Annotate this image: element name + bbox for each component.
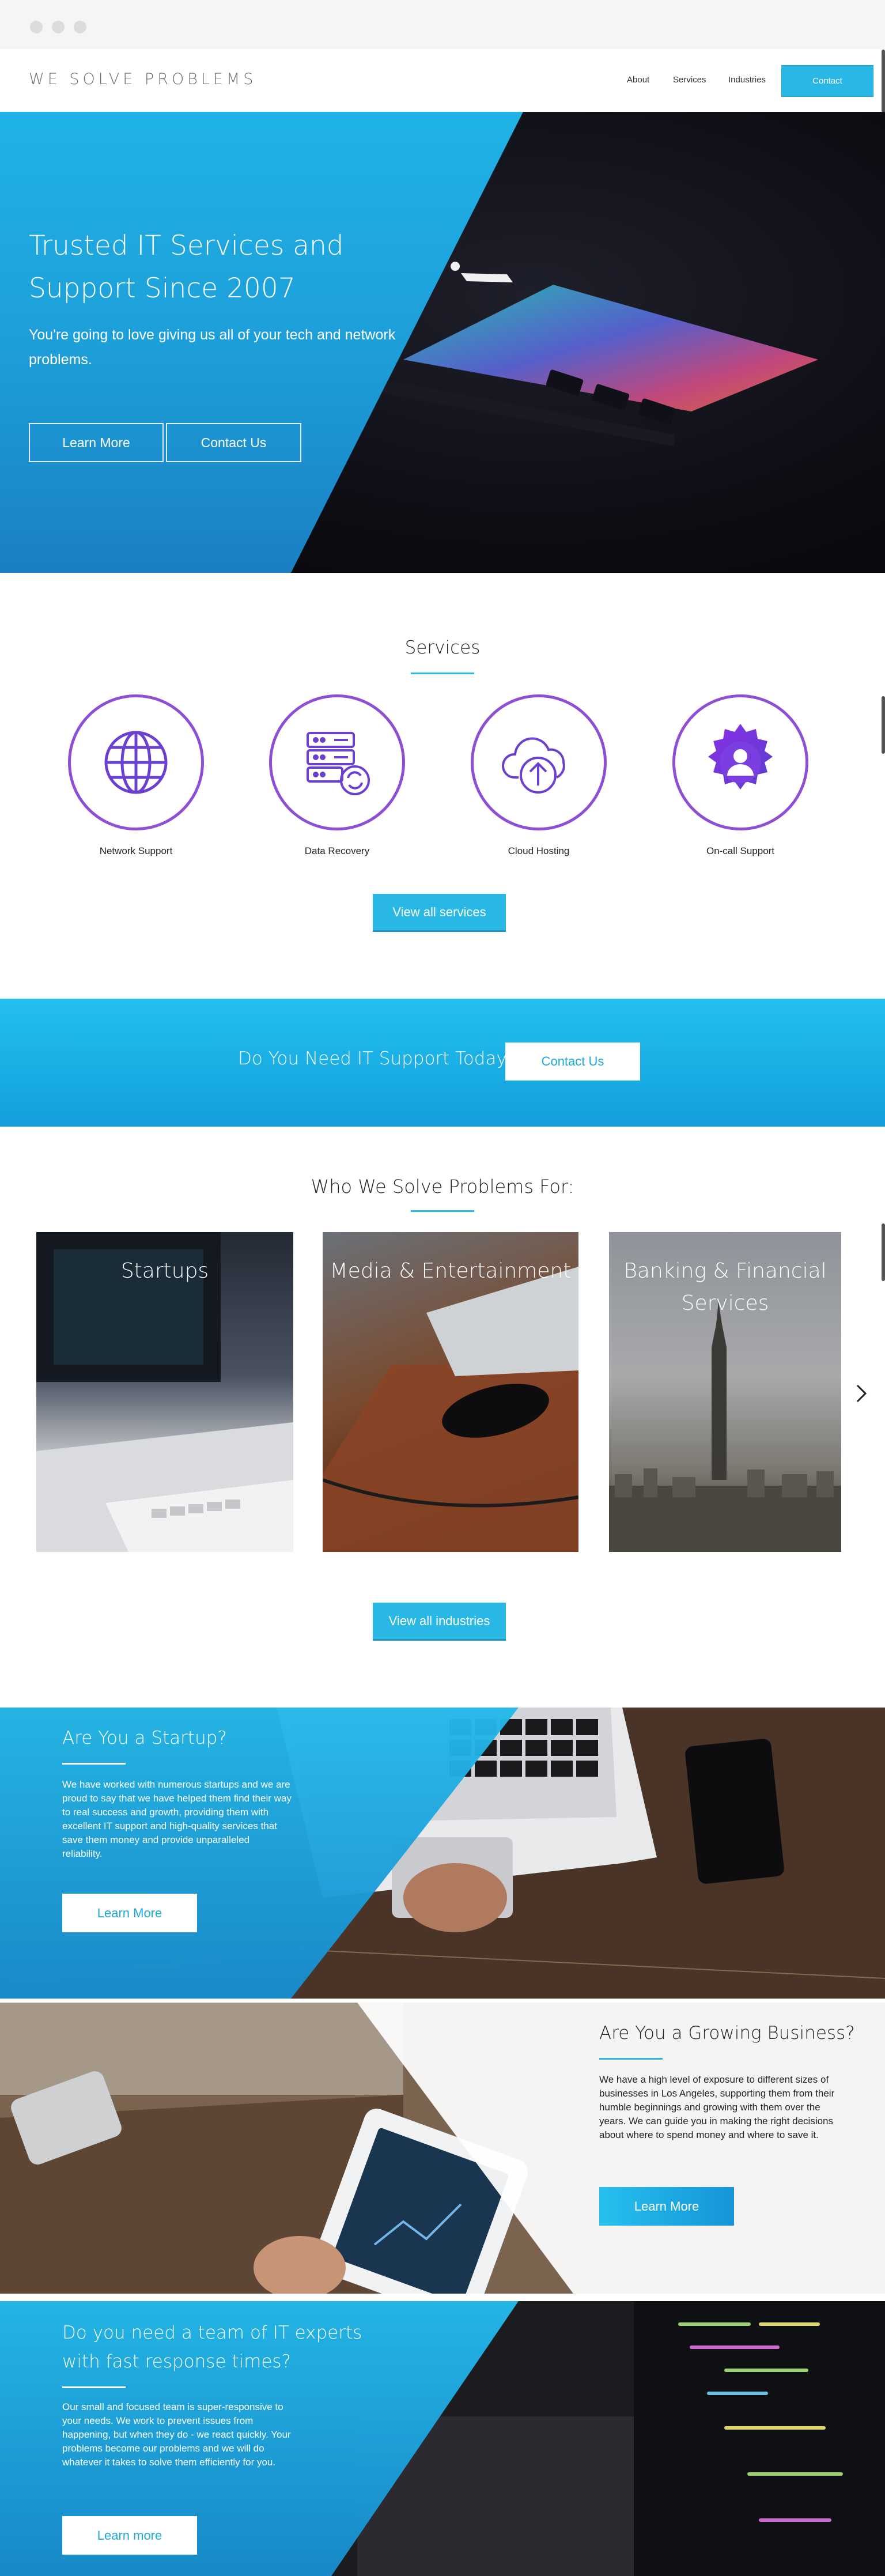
service-on-call-support[interactable]: On-call Support	[672, 694, 808, 857]
view-all-industries-button[interactable]: View all industries	[373, 1603, 506, 1641]
startup-text: We have worked with numerous startups an…	[62, 1779, 292, 1859]
growing-text: We have a high level of exposure to diff…	[599, 2074, 835, 2140]
service-label: On-call Support	[706, 845, 775, 856]
carousel-next-arrow[interactable]	[853, 1382, 870, 1405]
nav-industries[interactable]: Industries	[728, 75, 766, 85]
browser-titlebar	[0, 0, 885, 48]
experts-underline	[62, 2386, 126, 2388]
feature-startup: Are You a Startup? We have worked with n…	[0, 1708, 885, 1999]
industry-title: Banking & Financial Services	[623, 1259, 827, 1315]
gear-person-icon	[672, 694, 808, 830]
service-label: Network Support	[99, 845, 173, 856]
industry-title: Startups	[120, 1259, 209, 1283]
growing-underline	[599, 2058, 663, 2060]
hero-learn-more-button[interactable]: Learn More	[29, 423, 164, 462]
cloud-upload-icon	[471, 694, 607, 830]
cta-band-text: Do You Need IT Support Today?	[238, 1048, 517, 1069]
feature-experts: Do you need a team of IT experts with fa…	[0, 2301, 885, 2576]
industries-underline	[411, 1210, 474, 1212]
service-network-support[interactable]: Network Support	[68, 694, 204, 857]
service-data-recovery[interactable]: Data Recovery	[269, 694, 405, 857]
hero-subtitle: You're going to love giving us all of yo…	[29, 327, 396, 368]
window-close-dot[interactable]	[30, 21, 43, 33]
nav-contact-button[interactable]: Contact	[781, 65, 873, 97]
experts-learn-more-button[interactable]: Learn more	[62, 2516, 197, 2555]
experts-title: Do you need a team of IT experts with fa…	[62, 2322, 362, 2372]
window-maximize-dot[interactable]	[74, 21, 86, 33]
site-logo[interactable]: WE SOLVE PROBLEMS	[29, 70, 256, 88]
industry-card-media-entertainment[interactable]: Media & Entertainment	[323, 1232, 578, 1552]
site-header: WE SOLVE PROBLEMS About Services Industr…	[0, 48, 885, 112]
services-heading: Services	[404, 637, 481, 658]
server-recovery-icon	[269, 694, 405, 830]
industry-title: Media & Entertainment	[330, 1259, 572, 1283]
industry-card-startups[interactable]: Startups	[36, 1232, 293, 1552]
service-cloud-hosting[interactable]: Cloud Hosting	[471, 694, 607, 857]
view-all-services-button[interactable]: View all services	[373, 894, 506, 932]
cta-band: Do You Need IT Support Today? Contact Us	[0, 999, 885, 1127]
hero-title: Trusted IT Services and Support Since 20…	[29, 230, 344, 304]
startup-title: Are You a Startup?	[62, 1728, 227, 1748]
service-label: Data Recovery	[304, 845, 370, 856]
industry-card-banking[interactable]: Banking & Financial Services	[609, 1232, 841, 1552]
nav-services[interactable]: Services	[673, 75, 706, 85]
experts-text: Our small and focused team is super-resp…	[62, 2401, 291, 2468]
hero-contact-button[interactable]: Contact Us	[166, 423, 301, 462]
industries-heading: Who We Solve Problems For:	[311, 1176, 574, 1198]
scrollbar-thumb-3[interactable]	[882, 1223, 885, 1281]
startup-learn-more-button[interactable]: Learn More	[62, 1894, 197, 1932]
growing-learn-more-button[interactable]: Learn More	[599, 2187, 734, 2226]
window-minimize-dot[interactable]	[52, 21, 65, 33]
nav-about[interactable]: About	[627, 75, 649, 85]
scrollbar-thumb[interactable]	[882, 50, 885, 113]
startup-underline	[62, 1763, 126, 1765]
growing-title: Are You a Growing Business?	[599, 2023, 855, 2044]
services-underline	[411, 673, 474, 674]
globe-icon	[68, 694, 204, 830]
scrollbar-thumb-2[interactable]	[882, 696, 885, 754]
cta-band-contact-button[interactable]: Contact Us	[505, 1043, 640, 1081]
service-label: Cloud Hosting	[508, 845, 570, 856]
feature-growing: Are You a Growing Business? We have a hi…	[0, 2003, 885, 2294]
hero-section: Trusted IT Services and Support Since 20…	[0, 112, 885, 573]
